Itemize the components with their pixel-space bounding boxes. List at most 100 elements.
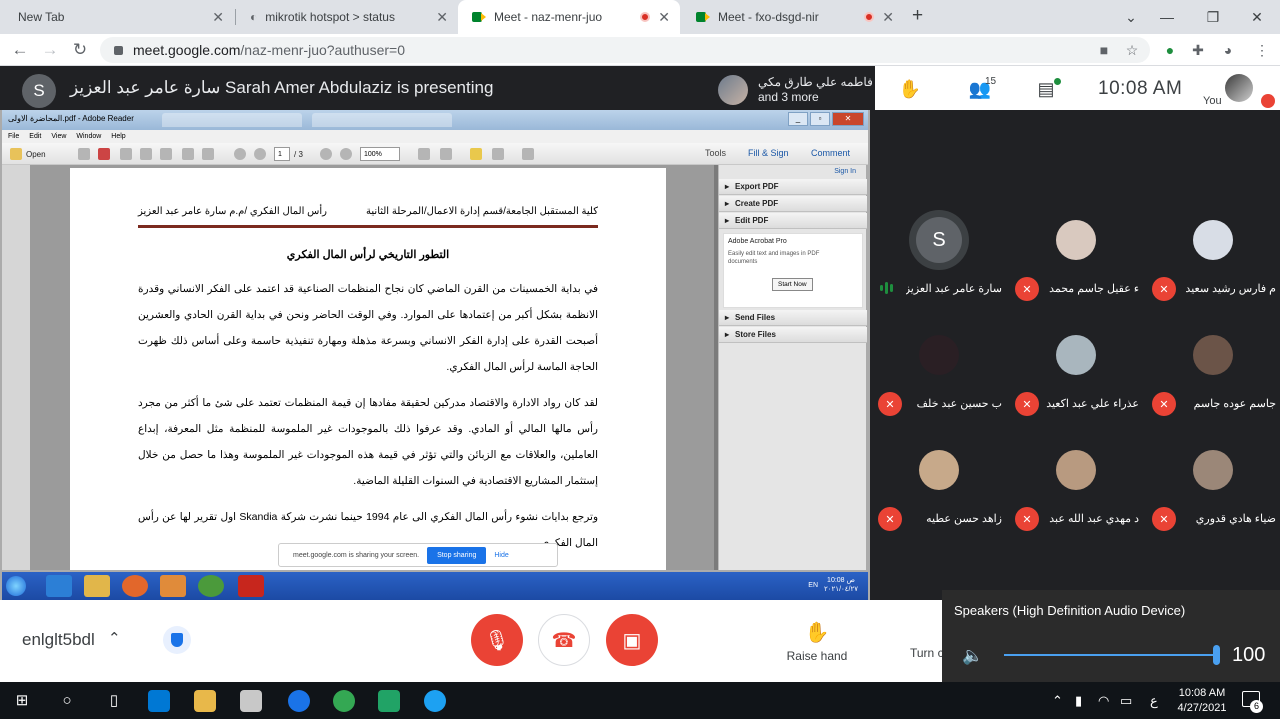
zoom-in-icon[interactable] <box>340 148 352 160</box>
close-icon[interactable]: ✕ <box>658 9 670 26</box>
tools-tab[interactable]: Tools <box>705 148 726 158</box>
new-tab-button[interactable]: + <box>912 5 923 27</box>
mail-icon[interactable] <box>202 148 214 160</box>
mail-icon[interactable] <box>240 690 262 712</box>
back-button[interactable]: ← <box>8 38 32 62</box>
file-explorer-icon[interactable] <box>194 690 216 712</box>
audio-device-name[interactable]: Speakers (High Definition Audio Device) <box>954 603 1185 618</box>
edge-icon[interactable] <box>288 690 310 712</box>
speaker-icon[interactable]: 🔈 <box>962 646 983 666</box>
tab-new-tab[interactable]: New Tab ✕ <box>4 0 234 34</box>
star-icon[interactable]: ☆ <box>1122 40 1142 60</box>
pdf-icon[interactable] <box>98 148 110 160</box>
wifi-icon[interactable]: ◠ <box>1098 693 1109 709</box>
participant-tile[interactable]: ✕ ب حسين عبد خلف <box>870 335 1007 450</box>
extension-icon[interactable]: ● <box>1160 40 1180 60</box>
menu-item[interactable]: Help <box>111 133 125 140</box>
fit-icon[interactable] <box>418 148 430 160</box>
create-icon[interactable] <box>78 148 90 160</box>
fullscreen-icon[interactable] <box>440 148 452 160</box>
start-now-button[interactable]: Start Now <box>772 278 813 291</box>
minimize-button[interactable]: _ <box>788 112 808 126</box>
camera-toggle-button[interactable]: ▣ <box>606 614 658 666</box>
volume-thumb[interactable] <box>1213 645 1220 665</box>
page-number-field[interactable]: 1 <box>274 147 290 161</box>
shield-icon[interactable] <box>163 626 191 654</box>
comment-icon[interactable] <box>470 148 482 160</box>
page-down-icon[interactable] <box>254 148 266 160</box>
zoom-field[interactable]: 100% <box>360 147 400 161</box>
search-icon[interactable]: ○ <box>57 690 77 710</box>
tab-meet-2[interactable]: Meet - fxo-dsgd-nir ✕ <box>682 0 904 34</box>
cloud-icon[interactable] <box>140 148 152 160</box>
panel-send-files[interactable]: Send Files <box>719 310 867 326</box>
participant-tile[interactable]: S سارة عامر عبد العزيز <box>870 210 1007 335</box>
close-button[interactable]: ✕ <box>832 112 864 126</box>
tab-meet-active[interactable]: Meet - naz-menr-juo ✕ <box>458 0 680 34</box>
sign-in-link[interactable]: Sign In <box>834 168 856 175</box>
participant-tile[interactable]: ✕ جاسم عوده جاسم <box>1144 335 1280 450</box>
fill-sign-tab[interactable]: Fill & Sign <box>748 148 789 158</box>
app-icon[interactable] <box>424 690 446 712</box>
meeting-code[interactable]: enlglt5bdl <box>22 630 95 650</box>
battery-icon[interactable]: ▭ <box>1120 693 1132 709</box>
menu-icon[interactable]: ⋮ <box>1252 40 1272 60</box>
menu-item[interactable]: File <box>8 133 19 140</box>
reload-button[interactable]: ↻ <box>68 38 92 62</box>
edit-icon[interactable] <box>120 148 132 160</box>
close-icon[interactable]: ✕ <box>882 9 894 26</box>
menu-item[interactable]: View <box>51 133 66 140</box>
excel-icon[interactable] <box>378 690 400 712</box>
restore-button[interactable]: ❐ <box>1190 0 1236 34</box>
mic-toggle-button[interactable]: 🎙 <box>471 614 523 666</box>
participant-tile[interactable]: ✕ زاهد حسن عطيه <box>870 450 1007 565</box>
minimize-button[interactable]: — <box>1144 0 1190 34</box>
chrome-icon[interactable] <box>333 690 355 712</box>
panel-export-pdf[interactable]: Export PDF <box>719 179 867 195</box>
print-icon[interactable] <box>182 148 194 160</box>
comment-tab[interactable]: Comment <box>811 148 850 158</box>
taskbar-clock[interactable]: 10:08 AM 4/27/2021 <box>1168 686 1236 716</box>
others-presenting[interactable]: فاطمه علي طارق مكي and 3 more <box>718 71 875 109</box>
volume-slider[interactable] <box>1004 645 1220 665</box>
close-window-button[interactable]: ✕ <box>1234 0 1280 34</box>
menu-item[interactable]: Edit <box>29 133 41 140</box>
mic-icon[interactable]: ▮ <box>1075 693 1082 709</box>
task-view-icon[interactable]: ▯ <box>104 690 124 710</box>
turn-captions-label[interactable]: Turn c <box>910 646 944 660</box>
chevron-up-icon[interactable]: ⌃ <box>1052 693 1063 709</box>
windows-start-icon[interactable]: ⊞ <box>12 690 32 710</box>
zoom-out-icon[interactable] <box>320 148 332 160</box>
ime-indicator[interactable]: ع <box>1150 693 1158 709</box>
store-icon[interactable] <box>148 690 170 712</box>
panel-create-pdf[interactable]: Create PDF <box>719 196 867 212</box>
participant-tile[interactable]: ✕ د مهدي عبد الله عبد <box>1007 450 1144 565</box>
participant-tile[interactable]: ✕ م فارس رشيد سعيد <box>1144 220 1280 335</box>
tab-mikrotik[interactable]: ◐ mikrotik hotspot > status ✕ <box>236 0 458 34</box>
forward-button[interactable]: → <box>38 38 62 62</box>
camera-icon[interactable]: ■ <box>1094 40 1114 60</box>
expand-icon[interactable] <box>522 148 534 160</box>
url-field[interactable]: meet.google.com/naz-menr-juo?authuser=0 <box>100 37 1150 63</box>
participant-tile[interactable]: ✕ عذراء علي عبد اكعيد <box>1007 335 1144 450</box>
hand-raise-icon[interactable]: ✋ <box>897 76 923 102</box>
leave-call-button[interactable]: ☎ <box>538 614 590 666</box>
save-icon[interactable] <box>160 148 172 160</box>
close-icon[interactable]: ✕ <box>436 9 448 26</box>
panel-edit-pdf[interactable]: Edit PDF <box>719 213 867 229</box>
participant-tile[interactable]: ✕ ضياء هادي قدوري <box>1144 450 1280 565</box>
restore-button[interactable]: ▫ <box>810 112 830 126</box>
highlight-icon[interactable] <box>492 148 504 160</box>
profile-avatar[interactable]: ◕ <box>1218 40 1238 60</box>
open-button[interactable]: Open <box>26 147 46 161</box>
panel-store-files[interactable]: Store Files <box>719 327 867 343</box>
puzzle-icon[interactable]: ✚ <box>1188 40 1208 60</box>
stop-sharing-button[interactable]: Stop sharing <box>427 546 487 564</box>
hide-button[interactable]: Hide <box>494 552 508 559</box>
page-up-icon[interactable] <box>234 148 246 160</box>
raise-hand-button[interactable]: ✋ Raise hand <box>786 620 848 663</box>
menu-item[interactable]: Window <box>76 133 101 140</box>
chevron-up-icon[interactable]: ⌃ <box>108 629 121 647</box>
close-icon[interactable]: ✕ <box>212 9 224 26</box>
participant-tile[interactable]: ✕ ء عقيل جاسم محمد <box>1007 220 1144 335</box>
